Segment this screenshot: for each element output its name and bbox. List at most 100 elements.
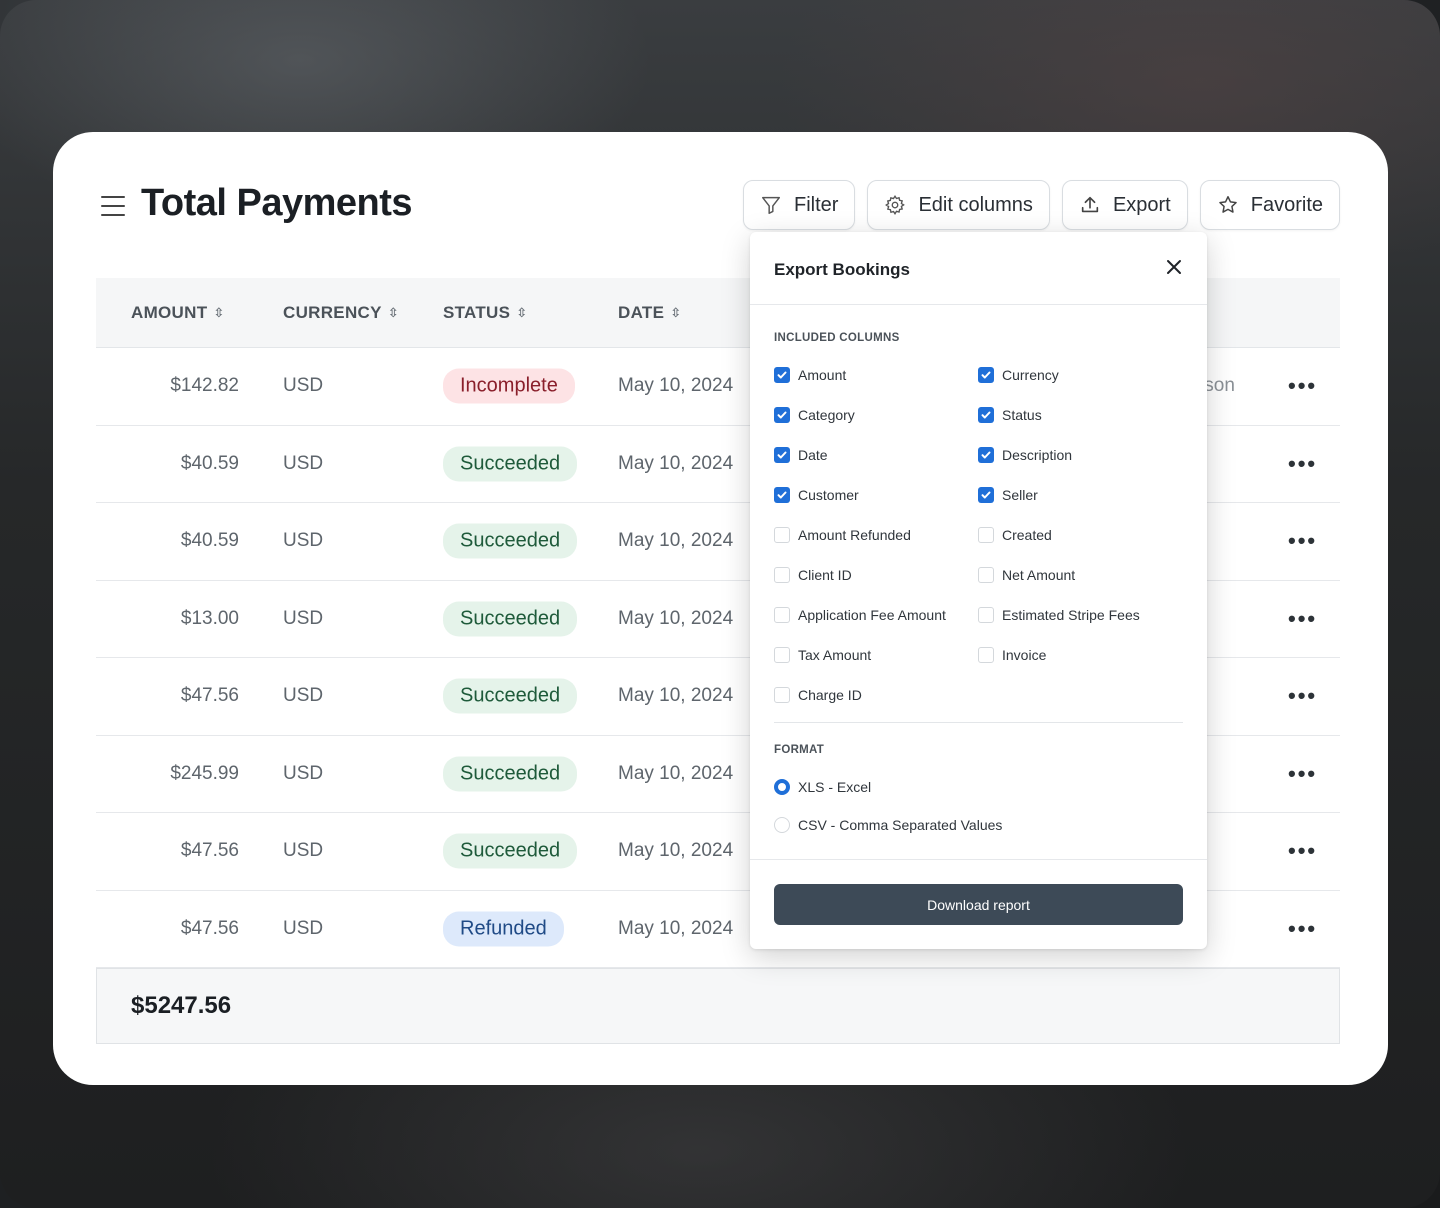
- checkbox-unchecked[interactable]: [978, 567, 994, 583]
- section-divider: [774, 722, 1183, 723]
- more-options-icon[interactable]: •••: [1288, 528, 1317, 554]
- filter-label: Filter: [793, 193, 839, 216]
- column-header-label: STATUS: [443, 302, 511, 322]
- column-checkbox-status[interactable]: Status: [978, 407, 1042, 423]
- status-badge: Refunded: [443, 911, 564, 947]
- column-header-amount[interactable]: AMOUNT ⇳: [131, 303, 225, 323]
- status-badge: Succeeded: [443, 601, 578, 637]
- sort-icon: ⇳: [387, 305, 399, 320]
- column-checkbox-net-amount[interactable]: Net Amount: [978, 567, 1075, 583]
- checkbox-unchecked[interactable]: [978, 527, 994, 543]
- column-header-label: CURRENCY: [283, 302, 382, 322]
- checkbox-checked[interactable]: [774, 447, 790, 463]
- checkbox-label: Application Fee Amount: [798, 607, 946, 623]
- checkbox-unchecked[interactable]: [774, 687, 790, 703]
- export-label: Export: [1112, 193, 1171, 216]
- checkbox-label: Status: [1002, 407, 1042, 423]
- column-header-currency[interactable]: CURRENCY ⇳: [283, 303, 400, 323]
- export-button[interactable]: Export: [1061, 180, 1188, 230]
- column-checkbox-client-id[interactable]: Client ID: [774, 567, 852, 583]
- radio-selected[interactable]: [774, 779, 790, 795]
- edit-columns-button[interactable]: Edit columns: [867, 180, 1050, 230]
- toolbar: Filter Edit columns Export Favorite: [742, 180, 1340, 230]
- status-badge: Succeeded: [443, 523, 578, 559]
- background-frame: Total Payments Filter Edit columns Expor…: [0, 0, 1440, 1208]
- column-header-status[interactable]: STATUS ⇳: [443, 303, 528, 323]
- filter-button[interactable]: Filter: [742, 180, 856, 230]
- column-checkbox-date[interactable]: Date: [774, 447, 828, 463]
- more-options-icon[interactable]: •••: [1288, 761, 1317, 787]
- column-checkbox-estimated-stripe-fees[interactable]: Estimated Stripe Fees: [978, 607, 1140, 623]
- more-options-icon[interactable]: •••: [1288, 838, 1317, 864]
- favorite-button[interactable]: Favorite: [1199, 180, 1340, 230]
- column-checkbox-application-fee-amount[interactable]: Application Fee Amount: [774, 607, 946, 623]
- amount-cell: $47.56: [180, 917, 239, 939]
- checkbox-unchecked[interactable]: [774, 607, 790, 623]
- currency-cell: USD: [283, 762, 324, 784]
- upload-icon: [1081, 196, 1099, 213]
- currency-cell: USD: [283, 607, 324, 629]
- checkbox-checked[interactable]: [978, 367, 994, 383]
- column-checkbox-amount[interactable]: Amount: [774, 367, 846, 383]
- currency-cell: USD: [283, 375, 324, 397]
- checkbox-label: Client ID: [798, 567, 852, 583]
- checkbox-checked[interactable]: [774, 407, 790, 423]
- export-bookings-popup: Export Bookings INCLUDED COLUMNS Amount C…: [750, 232, 1207, 949]
- column-checkbox-created[interactable]: Created: [978, 527, 1052, 543]
- date-cell: May 10, 2024: [618, 607, 734, 629]
- status-badge: Incomplete: [443, 368, 575, 404]
- currency-cell: USD: [283, 840, 324, 862]
- column-checkbox-tax-amount[interactable]: Tax Amount: [774, 647, 871, 663]
- checkbox-unchecked[interactable]: [774, 567, 790, 583]
- checkbox-label: Description: [1002, 447, 1073, 463]
- status-badge: Succeeded: [443, 678, 578, 714]
- status-badge: Succeeded: [443, 756, 578, 792]
- more-options-icon[interactable]: •••: [1288, 606, 1317, 632]
- date-cell: May 10, 2024: [618, 375, 734, 397]
- checkbox-label: Charge ID: [798, 687, 862, 703]
- sort-icon: ⇳: [213, 305, 225, 320]
- checkbox-checked[interactable]: [774, 367, 790, 383]
- column-checkbox-charge-id[interactable]: Charge ID: [774, 687, 862, 703]
- close-icon[interactable]: [1165, 258, 1183, 276]
- column-checkbox-invoice[interactable]: Invoice: [978, 647, 1046, 663]
- popup-title: Export Bookings: [774, 260, 911, 279]
- checkbox-checked[interactable]: [774, 487, 790, 503]
- favorite-label: Favorite: [1250, 193, 1323, 216]
- column-header-label: AMOUNT: [131, 302, 208, 322]
- date-cell: May 10, 2024: [618, 452, 734, 474]
- checkbox-label: Created: [1002, 527, 1052, 543]
- format-option-csv[interactable]: CSV - Comma Separated Values: [774, 817, 1002, 833]
- checkbox-label: Invoice: [1002, 647, 1047, 663]
- format-option-xls[interactable]: XLS - Excel: [774, 779, 871, 795]
- column-checkbox-description[interactable]: Description: [978, 447, 1072, 463]
- checkbox-checked[interactable]: [978, 487, 994, 503]
- amount-cell: $142.82: [170, 375, 239, 397]
- checkbox-unchecked[interactable]: [774, 647, 790, 663]
- more-options-icon[interactable]: •••: [1288, 683, 1317, 709]
- star-icon: [1218, 196, 1237, 213]
- popup-header: Export Bookings: [750, 232, 1207, 305]
- column-checkbox-amount-refunded[interactable]: Amount Refunded: [774, 527, 911, 543]
- checkbox-label: Currency: [1002, 367, 1059, 383]
- format-option-label: XLS - Excel: [798, 779, 872, 795]
- column-checkbox-category[interactable]: Category: [774, 407, 855, 423]
- checkbox-unchecked[interactable]: [978, 607, 994, 623]
- more-options-icon[interactable]: •••: [1288, 373, 1317, 399]
- checkbox-checked[interactable]: [978, 407, 994, 423]
- more-options-icon[interactable]: •••: [1288, 916, 1317, 942]
- hamburger-menu-icon[interactable]: [101, 196, 125, 216]
- checkbox-unchecked[interactable]: [978, 647, 994, 663]
- page-title: Total Payments: [141, 182, 413, 224]
- date-cell: May 10, 2024: [618, 840, 734, 862]
- column-checkbox-currency[interactable]: Currency: [978, 367, 1059, 383]
- checkbox-unchecked[interactable]: [774, 527, 790, 543]
- column-checkbox-seller[interactable]: Seller: [978, 487, 1038, 503]
- column-header-date[interactable]: DATE ⇳: [618, 303, 682, 323]
- download-report-button[interactable]: Download report: [774, 884, 1183, 925]
- amount-cell: $47.56: [180, 840, 239, 862]
- more-options-icon[interactable]: •••: [1288, 451, 1317, 477]
- radio-unselected[interactable]: [774, 817, 790, 833]
- checkbox-checked[interactable]: [978, 447, 994, 463]
- column-checkbox-customer[interactable]: Customer: [774, 487, 859, 503]
